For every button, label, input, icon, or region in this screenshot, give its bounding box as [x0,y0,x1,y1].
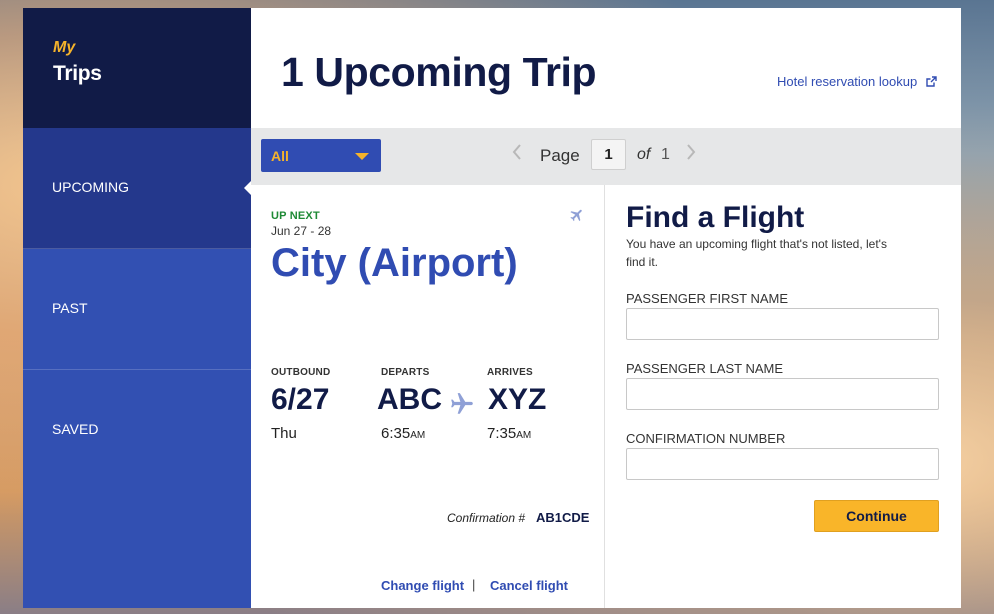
sidebar-item-upcoming[interactable]: UPCOMING [23,128,252,249]
first-name-label: PASSENGER FIRST NAME [626,291,789,306]
trip-destination: City (Airport) [271,241,518,285]
find-flight-panel: Find a Flight You have an upcoming fligh… [606,185,961,608]
departs-ampm: AM [410,430,426,441]
page-label: Page [540,146,580,165]
confirmation-number-field[interactable] [626,448,939,480]
of-label: of [637,146,651,163]
last-name-label: PASSENGER LAST NAME [626,361,784,376]
chevron-right-icon[interactable] [686,144,696,160]
chevron-left-icon[interactable] [512,144,522,160]
arrives-time-value: 7:35 [487,425,517,442]
trip-dates: Jun 27 - 28 [271,224,332,238]
sidebar-item-past[interactable]: PAST [23,249,251,370]
filter-value: All [271,148,289,164]
page-number-input[interactable] [591,139,626,170]
confirmation-number-label: CONFIRMATION NUMBER [626,431,786,446]
arrives-ampm: AM [516,430,532,441]
brand-block: My Trips [23,8,251,128]
sidebar-item-label: PAST [52,300,88,316]
continue-button[interactable]: Continue [814,500,939,532]
departs-airport-code: ABC [377,383,442,416]
outbound-day: Thu [271,425,297,442]
change-flight-link[interactable]: Change flight [381,578,464,593]
first-name-field[interactable] [626,308,939,340]
sidebar-item-label: SAVED [52,421,99,437]
status-badge: UP NEXT [271,210,320,222]
last-name-field[interactable] [626,378,939,410]
sidebar: My Trips UPCOMING PAST SAVED [23,8,252,608]
page-title: 1 Upcoming Trip [281,49,597,95]
airplane-icon [570,209,582,222]
trip-toolbar: All Page of 1 [251,128,961,185]
hotel-link-label: Hotel reservation lookup [777,74,918,89]
main-panel: 1 Upcoming Trip Hotel reservation lookup… [251,8,961,608]
trip-filter-select[interactable]: All [261,139,381,172]
airplane-icon [451,393,473,414]
departs-time-value: 6:35 [381,425,411,442]
confirmation-number: AB1CDE [536,510,590,525]
departs-label: DEPARTS [381,367,430,378]
find-flight-description: You have an upcoming flight that's not l… [626,237,887,269]
external-link-icon [926,76,937,87]
outbound-label: OUTBOUND [271,367,331,378]
sidebar-item-saved[interactable]: SAVED [23,370,251,491]
outbound-date: 6/27 [271,383,330,416]
brand-trips: Trips [53,62,102,85]
brand-my: My [53,39,76,56]
find-flight-title: Find a Flight [626,201,805,234]
hotel-reservation-link[interactable]: Hotel reservation lookup [777,74,937,89]
arrives-airport-code: XYZ [488,383,547,416]
arrives-label: ARRIVES [487,367,533,378]
departs-time: 6:35AM [381,425,425,442]
total-pages: 1 [661,146,670,163]
sidebar-item-label: UPCOMING [52,179,129,195]
arrives-time: 7:35AM [487,425,531,442]
caret-down-icon [355,153,369,160]
link-separator: | [472,577,476,592]
cancel-flight-link[interactable]: Cancel flight [490,578,568,593]
confirmation-label: Confirmation # [447,511,526,525]
trip-card: UP NEXT Jun 27 - 28 City (Airport) OUTBO… [251,185,605,608]
